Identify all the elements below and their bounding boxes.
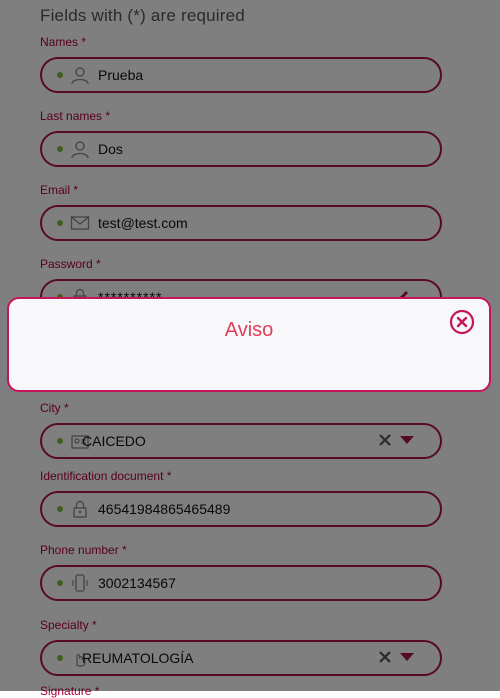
dialog-title: Aviso: [224, 319, 274, 341]
close-icon[interactable]: [449, 309, 475, 335]
alert-dialog: Aviso: [7, 297, 491, 392]
